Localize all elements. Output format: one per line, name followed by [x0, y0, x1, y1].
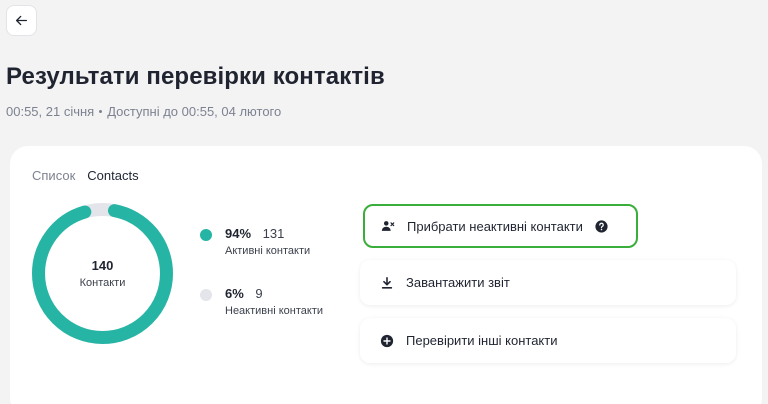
total-count: 140 [91, 258, 114, 273]
legend-active-text: 94% 131 Активні контакти [225, 226, 310, 257]
donut-center: 140 Контакти [30, 201, 175, 346]
legend-dot-inactive [200, 289, 212, 301]
download-icon [380, 276, 394, 290]
page-subtitle: 00:55, 21 січня Доступні до 00:55, 04 лю… [6, 104, 281, 119]
plus-circle-icon [380, 334, 394, 348]
arrow-left-icon [15, 15, 28, 26]
question-circle-icon[interactable] [595, 219, 608, 233]
download-report-label: Завантажити звіт [406, 275, 510, 290]
page-title: Результати перевірки контактів [6, 63, 385, 90]
available-until: Доступні до 00:55, 04 лютого [107, 104, 282, 119]
inactive-count: 9 [255, 286, 263, 301]
legend-inactive-values: 6% 9 [225, 286, 323, 301]
download-report-button[interactable]: Завантажити звіт [360, 260, 736, 305]
inactive-label: Неактивні контакти [225, 305, 323, 317]
page: Результати перевірки контактів 00:55, 21… [0, 0, 768, 404]
legend-active: 94% 131 Активні контакти [200, 226, 310, 257]
tab-list[interactable]: Список [32, 168, 75, 183]
legend-active-values: 94% 131 [225, 226, 310, 241]
legend-inactive-text: 6% 9 Неактивні контакти [225, 286, 323, 317]
contacts-donut-chart: 140 Контакти [30, 201, 175, 346]
back-button[interactable] [6, 5, 37, 36]
active-label: Активні контакти [225, 245, 311, 257]
check-other-contacts-button[interactable]: Перевірити інші контакти [360, 318, 736, 363]
results-card: Список Contacts 140 Контакти 94% 131 Акт… [10, 146, 762, 404]
created-time: 00:55, 21 січня [6, 104, 95, 119]
legend-inactive: 6% 9 Неактивні контакти [200, 286, 323, 317]
breadcrumb-tabs: Список Contacts [32, 168, 139, 183]
remove-inactive-label: Прибрати неактивні контакти [407, 218, 583, 234]
remove-inactive-button[interactable]: Прибрати неактивні контакти [363, 204, 638, 248]
check-other-contacts-label: Перевірити інші контакти [406, 333, 558, 348]
total-label: Контакти [79, 277, 126, 289]
user-remove-icon [381, 219, 395, 233]
active-percent: 94% [225, 226, 252, 241]
legend-dot-active [200, 229, 212, 241]
separator-dot [99, 110, 103, 113]
active-count: 131 [262, 226, 285, 241]
tab-contacts[interactable]: Contacts [87, 168, 138, 183]
inactive-percent: 6% [225, 286, 244, 301]
